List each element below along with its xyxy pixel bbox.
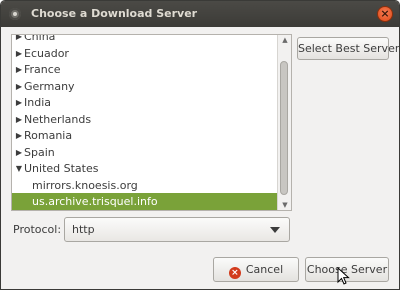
scroll-down-arrow-icon[interactable]: ▼	[281, 201, 289, 209]
collapsed-arrow-icon[interactable]: ▶	[15, 94, 23, 111]
collapsed-arrow-icon[interactable]: ▶	[15, 35, 23, 45]
cancel-label: Cancel	[245, 263, 284, 276]
tree-row-country[interactable]: ▼ United States	[12, 160, 280, 177]
collapsed-arrow-icon[interactable]: ▶	[15, 45, 23, 62]
tree-row-server[interactable]: mirrors.knoesis.org	[12, 177, 280, 194]
dialog-window: Choose a Download Server × ▶ China ▶ Ecu…	[0, 0, 400, 290]
collapsed-arrow-icon[interactable]: ▶	[15, 78, 23, 95]
tree-row-country[interactable]: ▶ India	[12, 94, 280, 111]
window-menu-icon[interactable]	[9, 8, 21, 20]
collapsed-arrow-icon[interactable]: ▶	[15, 144, 23, 161]
tree-row-country[interactable]: ▶ Germany	[12, 78, 280, 95]
protocol-dropdown[interactable]: http	[64, 217, 290, 242]
tree-row-country[interactable]: ▶ Ecuador	[12, 45, 280, 62]
collapsed-arrow-icon[interactable]: ▶	[15, 61, 23, 78]
collapsed-arrow-icon[interactable]: ▶	[15, 111, 23, 128]
select-best-server-button[interactable]: Select Best Server	[297, 37, 399, 60]
collapsed-arrow-icon[interactable]: ▶	[15, 127, 23, 144]
server-tree-list[interactable]: ▶ China ▶ Ecuador ▶ France ▶ Germany ▶ I…	[11, 34, 292, 211]
tree-row-country[interactable]: ▶ Romania	[12, 127, 280, 144]
title-bar: Choose a Download Server ×	[1, 1, 399, 27]
dropdown-arrow-icon	[270, 227, 280, 233]
expanded-arrow-icon[interactable]: ▼	[15, 160, 23, 177]
protocol-label: Protocol:	[13, 223, 62, 236]
tree-row-server-selected[interactable]: us.archive.trisquel.info	[12, 193, 280, 210]
protocol-value: http	[72, 223, 95, 236]
tree-row-country[interactable]: ▶ Spain	[12, 144, 280, 161]
mouse-pointer-icon	[337, 267, 350, 285]
cancel-icon: ×	[228, 267, 241, 279]
tree-row-country[interactable]: ▶ France	[12, 61, 280, 78]
scrollbar-thumb[interactable]	[280, 61, 288, 195]
tree-row-country[interactable]: ▶ Netherlands	[12, 111, 280, 128]
scroll-up-arrow-icon[interactable]: ▲	[281, 36, 289, 44]
window-title: Choose a Download Server	[31, 7, 198, 20]
cancel-button[interactable]: × Cancel	[213, 257, 299, 282]
tree-row-country[interactable]: ▶ China	[12, 35, 280, 45]
vertical-scrollbar[interactable]: ▲ ▼	[277, 35, 291, 210]
close-window-button[interactable]: ×	[377, 6, 393, 22]
